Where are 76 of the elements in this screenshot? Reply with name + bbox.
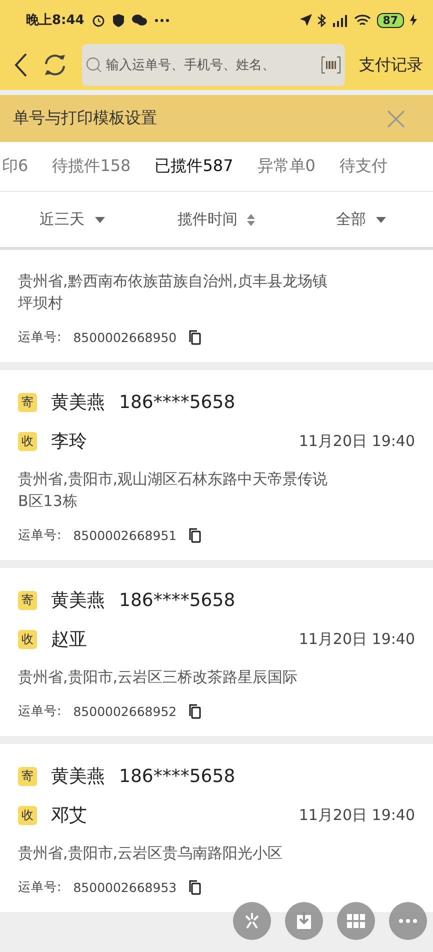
status-tab[interactable]: 待揽件158 (52, 156, 131, 177)
waybill-number: 8500002668950 (73, 330, 177, 345)
back-icon[interactable] (14, 53, 28, 77)
address-text: 贵州省,贵阳市,观山湖区石林东路中天帝景传说B区13栋 (18, 469, 329, 512)
copy-icon[interactable] (188, 704, 201, 719)
copy-icon[interactable] (188, 880, 201, 895)
receiver-name: 赵亚 (51, 628, 87, 651)
refresh-icon[interactable] (42, 53, 68, 77)
status-tab[interactable]: 已揽件587 (154, 156, 234, 177)
search-icon (86, 57, 102, 73)
wifi-icon (354, 14, 371, 26)
more-icon (155, 18, 170, 22)
payment-records-link[interactable]: 支付记录 (359, 54, 423, 76)
copy-icon[interactable] (188, 330, 201, 345)
receiver-name: 李玲 (51, 430, 87, 453)
floating-action-button[interactable] (389, 902, 427, 940)
floating-action-button[interactable] (285, 902, 323, 940)
sort-icon (247, 214, 256, 226)
signal-icon (332, 14, 348, 26)
search-field[interactable]: 输入运单号、手机号、姓名、 (82, 44, 345, 86)
waybill-number: 8500002668953 (73, 880, 177, 895)
bluetooth-icon (318, 14, 326, 26)
waybill-number: 8500002668952 (73, 704, 177, 719)
sender-badge: 寄 (18, 766, 37, 786)
order-card[interactable]: 寄 黄美燕 186****5658 收 李玲 11月20日 19:40 贵州省,贵阳市,观山湖区石林东路中天帝景传说B区13栋 运单号: 8500002668951 (0, 370, 433, 560)
sender-badge: 寄 (18, 392, 37, 412)
sender-phone: 186****5658 (119, 392, 236, 412)
receiver-badge: 收 (18, 806, 37, 824)
waybill-number: 8500002668951 (73, 528, 177, 543)
barcode-scan-icon[interactable] (321, 56, 341, 74)
sender-name: 黄美燕 (51, 765, 105, 788)
address-text: 贵州省,黔西南布依族苗族自治州,贞丰县龙场镇坪坝村 (18, 271, 329, 314)
waybill-label: 运单号: (18, 527, 62, 544)
caret-icon (376, 216, 386, 222)
charging-icon (410, 14, 417, 26)
status-tab[interactable]: 待支付 (339, 156, 388, 177)
sender-phone: 186****5658 (119, 766, 236, 786)
more-icon (399, 919, 417, 923)
status-time: 晚上8:44 (26, 12, 84, 29)
caret-icon (94, 216, 105, 222)
download-icon (296, 912, 312, 930)
status-tab[interactable]: 印6 (2, 156, 28, 177)
filter-dropdown[interactable]: 全部 (288, 209, 433, 230)
sender-name: 黄美燕 (51, 391, 105, 414)
receiver-badge: 收 (18, 432, 37, 450)
order-card[interactable]: 寄 黄美燕 186****5658 收 邓艾 11月20日 19:40 贵州省,贵阳市,云岩区贵乌南路阳光小区 运单号: 8500002668953 (0, 744, 433, 912)
burst-icon (243, 912, 261, 930)
address-text: 贵州省,贵阳市,云岩区三桥改茶路星辰国际 (18, 667, 299, 688)
receiver-name: 邓艾 (51, 804, 87, 827)
address-text: 贵州省,贵阳市,云岩区贵乌南路阳光小区 (18, 843, 284, 864)
waybill-label: 运单号: (18, 703, 62, 720)
grid-icon (347, 914, 365, 928)
receiver-badge: 收 (18, 630, 37, 648)
floating-action-button[interactable] (337, 902, 375, 940)
status-tab[interactable]: 异常单0 (257, 156, 316, 177)
order-time: 11月20日 19:40 (298, 630, 415, 648)
chat-icon (132, 14, 148, 26)
search-input[interactable]: 输入运单号、手机号、姓名、 (104, 56, 319, 74)
sender-name: 黄美燕 (51, 589, 105, 612)
banner-text[interactable]: 单号与打印模板设置 (13, 108, 157, 129)
filter-dropdown[interactable]: 揽件时间 (144, 209, 289, 230)
order-time: 11月20日 19:40 (298, 806, 415, 824)
location-icon (300, 14, 312, 26)
waybill-label: 运单号: (18, 879, 62, 896)
filter-dropdown[interactable]: 近三天 (0, 209, 144, 230)
sender-phone: 186****5658 (119, 590, 236, 610)
waybill-label: 运单号: (18, 329, 62, 346)
sender-badge: 寄 (18, 590, 37, 610)
shield-icon (113, 14, 124, 26)
copy-icon[interactable] (188, 528, 201, 543)
order-time: 11月20日 19:40 (298, 432, 415, 450)
floating-action-button[interactable] (233, 902, 271, 940)
battery-level: 87 (376, 12, 404, 28)
order-card[interactable]: 寄 黄美燕 186****5658 收 赵亚 11月20日 19:40 贵州省,贵阳市,云岩区三桥改茶路星辰国际 运单号: 8500002668952 (0, 568, 433, 736)
alarm-icon (92, 14, 106, 26)
order-card[interactable]: 贵州省,黔西南布依族苗族自治州,贞丰县龙场镇坪坝村 运单号: 8500002668950 (0, 250, 433, 362)
